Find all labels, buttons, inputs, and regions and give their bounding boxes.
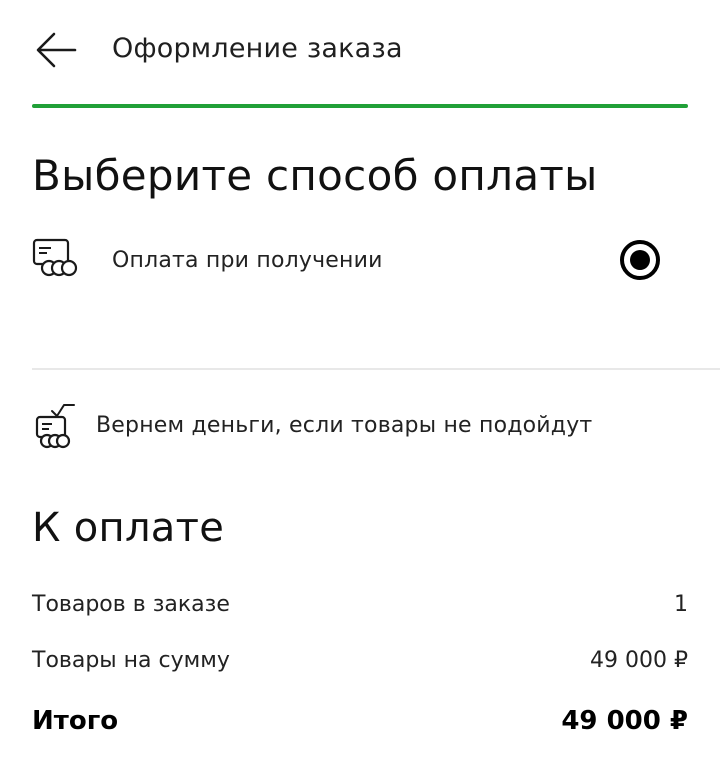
checkout-page: Оформление заказа Выберите способ оплаты… (0, 0, 720, 765)
total-value: 49 000 ₽ (561, 706, 688, 736)
header: Оформление заказа (0, 0, 720, 108)
payment-option-radio[interactable] (620, 240, 660, 280)
summary-row-value: 49 000 ₽ (590, 648, 688, 673)
payment-option-label: Оплата при получении (112, 248, 383, 273)
summary-row-items-count: Товаров в заказе 1 (32, 589, 688, 621)
arrow-left-icon (36, 32, 77, 68)
summary-row-items-sum: Товары на сумму 49 000 ₽ (32, 645, 688, 677)
summary-row-value: 1 (674, 592, 688, 617)
summary-row-label: Товаров в заказе (32, 592, 230, 617)
back-button[interactable] (32, 26, 80, 74)
card-coins-icon (32, 238, 78, 277)
checkout-progress-bar (32, 104, 688, 108)
payment-section-title: Выберите способ оплаты (32, 151, 598, 200)
payment-option-cash-on-delivery[interactable]: Оплата при получении (32, 232, 688, 292)
page-title: Оформление заказа (112, 33, 403, 64)
refund-text: Вернем деньги, если товары не подойдут (96, 413, 593, 438)
summary-total: Итого 49 000 ₽ (32, 702, 688, 740)
summary-row-label: Товары на сумму (32, 648, 230, 673)
radio-selected-dot (630, 250, 650, 270)
progress-fill (32, 104, 688, 108)
card-check-coins-icon (35, 404, 75, 449)
summary-title: К оплате (32, 505, 225, 551)
total-label: Итого (32, 706, 119, 736)
section-divider (32, 368, 720, 370)
refund-guarantee: Вернем деньги, если товары не подойдут (32, 400, 688, 456)
